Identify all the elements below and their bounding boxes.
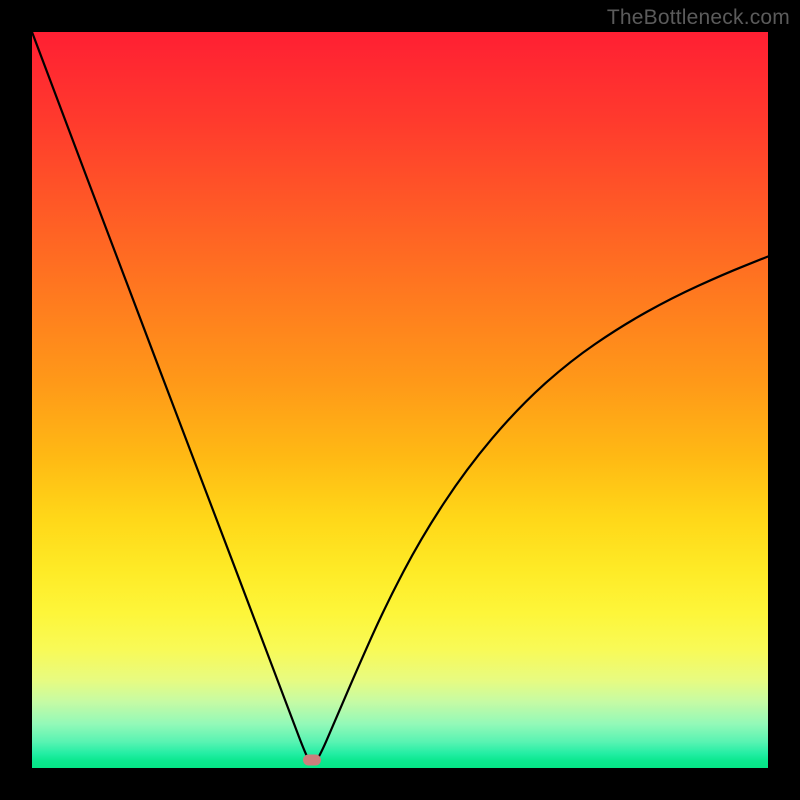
watermark-text: TheBottleneck.com xyxy=(607,6,790,30)
plot-area xyxy=(32,32,768,768)
chart-frame: TheBottleneck.com xyxy=(0,0,800,800)
minimum-marker xyxy=(303,755,321,766)
bottleneck-curve xyxy=(32,32,768,768)
